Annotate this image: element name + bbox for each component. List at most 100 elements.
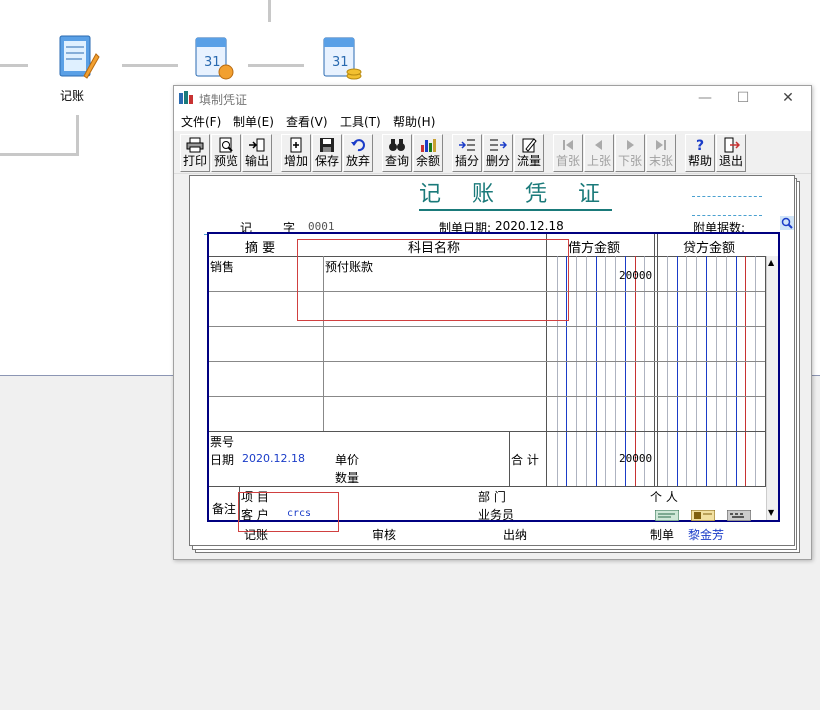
- exit-icon: [724, 137, 740, 153]
- id-card-icon[interactable]: [691, 510, 715, 521]
- divider: [209, 431, 765, 432]
- first-voucher-button[interactable]: 首张: [553, 134, 583, 172]
- col-summary-header: 摘 要: [245, 241, 276, 256]
- entry-debit-amount[interactable]: 20000: [619, 269, 652, 282]
- highlight-box: [297, 239, 569, 321]
- vertical-scrollbar[interactable]: ▲ ▼: [766, 256, 778, 520]
- bill-date-label: 日期: [210, 453, 235, 467]
- printer-icon: [186, 137, 204, 153]
- toolbar: 打印 预览 输出 增加 保存 放弃 查询 余额 插分 删分 流量 首张 上张 下…: [174, 132, 811, 174]
- cashflow-button[interactable]: 流量: [514, 134, 544, 172]
- posting-node-icon[interactable]: [54, 32, 100, 86]
- voucher-title: 记 账 凭 证: [419, 181, 612, 211]
- amount-digit-grid: [557, 256, 756, 486]
- last-icon: [656, 140, 666, 150]
- bill-no-label: 票号: [210, 435, 235, 449]
- add-button[interactable]: 增加: [281, 134, 311, 172]
- svg-text:31: 31: [204, 55, 221, 70]
- preview-icon: [219, 137, 233, 153]
- total-debit-amount: 20000: [619, 452, 653, 465]
- menu-view[interactable]: 查看(V): [286, 113, 328, 130]
- posting-label: 记账: [244, 528, 269, 542]
- magnifier-icon[interactable]: [780, 216, 794, 230]
- card-icon[interactable]: [655, 510, 679, 521]
- app-icon: [179, 91, 193, 104]
- svg-text:?: ?: [696, 138, 704, 153]
- close-button[interactable]: ✕: [777, 88, 799, 108]
- calendar-node-icon[interactable]: 31: [190, 32, 236, 86]
- prev-voucher-button[interactable]: 上张: [584, 134, 614, 172]
- calendar-coins-node-icon[interactable]: 31: [318, 32, 364, 86]
- flow-arrow: [248, 64, 304, 67]
- window-title: 填制凭证: [199, 93, 248, 107]
- insert-row-icon: [459, 139, 475, 151]
- quantity-label: 数量: [335, 471, 360, 485]
- menu-bar: 文件(F) 制单(E) 查看(V) 工具(T) 帮助(H): [174, 111, 811, 131]
- divider: [209, 396, 765, 397]
- divider: [692, 196, 762, 197]
- cashier-label: 出纳: [503, 528, 528, 542]
- export-button[interactable]: 输出: [242, 134, 272, 172]
- menu-help[interactable]: 帮助(H): [393, 113, 435, 130]
- remark-label: 备注: [212, 502, 237, 516]
- next-icon: [627, 140, 634, 150]
- voucher-entry-table: 摘 要 科目名称 借方金额 贷方金额 销售 预付账款 20000 票号 日期 2…: [207, 232, 780, 532]
- delete-row-icon: [490, 139, 507, 151]
- maker-label: 制单: [650, 528, 675, 542]
- prev-icon: [595, 140, 602, 150]
- balance-button[interactable]: 余额: [413, 134, 443, 172]
- flow-arrow: [122, 64, 178, 67]
- export-icon: [249, 138, 265, 152]
- salesperson-label: 业务员: [478, 508, 515, 522]
- unit-price-label: 单价: [335, 453, 360, 467]
- posting-node-label: 记账: [60, 89, 85, 103]
- exit-button[interactable]: 退出: [716, 134, 746, 172]
- print-button[interactable]: 打印: [180, 134, 210, 172]
- keyboard-icon[interactable]: [727, 510, 751, 521]
- save-icon: [320, 138, 334, 152]
- delete-entry-button[interactable]: 删分: [483, 134, 513, 172]
- preview-button[interactable]: 预览: [211, 134, 241, 172]
- discard-button[interactable]: 放弃: [343, 134, 373, 172]
- bill-date[interactable]: 2020.12.18: [242, 452, 305, 465]
- cashflow-icon: [522, 138, 537, 153]
- total-label: 合 计: [511, 453, 539, 467]
- bar-chart-icon: [421, 139, 436, 152]
- maximize-button[interactable]: ☐: [732, 88, 754, 108]
- insert-entry-button[interactable]: 插分: [452, 134, 482, 172]
- flow-connector: [268, 0, 271, 22]
- svg-text:31: 31: [332, 55, 349, 70]
- binoculars-icon: [389, 139, 405, 151]
- add-doc-icon: [290, 137, 302, 153]
- scroll-down-icon[interactable]: ▼: [768, 508, 774, 517]
- voucher-date[interactable]: 2020.12.18: [495, 219, 564, 233]
- help-button[interactable]: ? 帮助: [685, 134, 715, 172]
- query-button[interactable]: 查询: [382, 134, 412, 172]
- personal-label: 个 人: [650, 490, 678, 504]
- last-voucher-button[interactable]: 末张: [646, 134, 676, 172]
- flow-connector: [76, 115, 79, 155]
- flow-connector: [0, 153, 79, 156]
- title-bar[interactable]: 填制凭证 — ☐ ✕: [174, 86, 811, 111]
- minimize-button[interactable]: —: [694, 88, 716, 108]
- menu-tools[interactable]: 工具(T): [340, 113, 381, 130]
- scroll-up-icon[interactable]: ▲: [768, 258, 774, 267]
- entry-summary[interactable]: 销售: [210, 258, 234, 275]
- voucher-document: 记 账 凭 证 记 字 0001 制单日期: 2020.12.18 附单据数: …: [189, 175, 795, 546]
- menu-make[interactable]: 制单(E): [233, 113, 274, 130]
- help-icon: ?: [696, 138, 704, 153]
- first-icon: [563, 140, 573, 150]
- maker-name: 黎金芳: [688, 528, 725, 542]
- divider: [209, 326, 765, 327]
- divider: [209, 361, 765, 362]
- audit-label: 审核: [372, 528, 397, 542]
- menu-file[interactable]: 文件(F): [181, 113, 221, 130]
- divider: [209, 486, 778, 487]
- save-button[interactable]: 保存: [312, 134, 342, 172]
- flow-connector: [0, 64, 28, 67]
- next-voucher-button[interactable]: 下张: [615, 134, 645, 172]
- voucher-entry-window: 填制凭证 — ☐ ✕ 文件(F) 制单(E) 查看(V) 工具(T) 帮助(H)…: [173, 85, 812, 560]
- divider: [692, 215, 762, 216]
- divider: [509, 431, 510, 486]
- department-label: 部 门: [478, 490, 506, 504]
